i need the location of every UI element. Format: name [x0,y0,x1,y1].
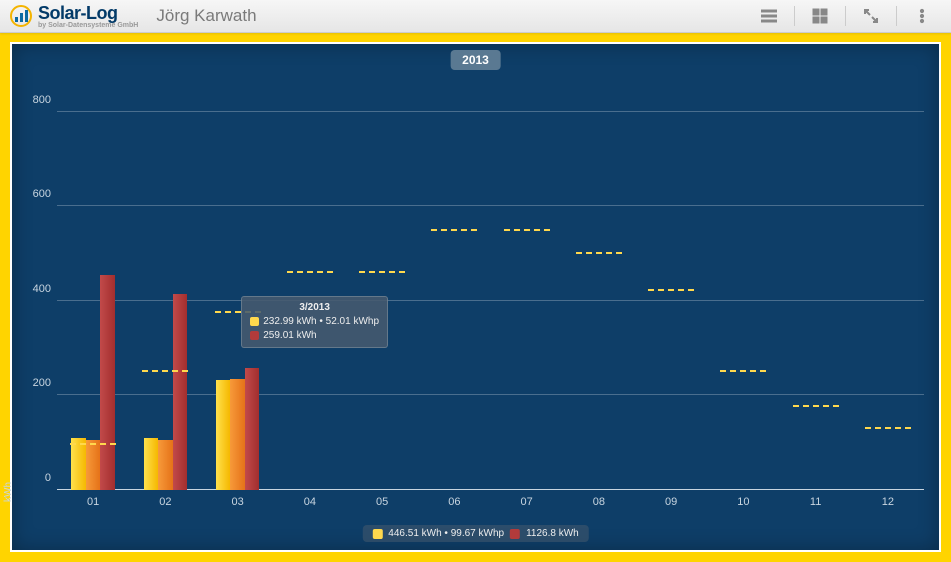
grid-line [57,394,924,395]
target-marker [359,271,405,273]
brand-logo[interactable]: Solar-Log by Solar-Datensysteme GmbH [10,3,138,29]
legend-text-a: 446.51 kWh • 99.67 kWhp [388,528,504,539]
x-axis-line [57,489,924,490]
x-tick-label: 10 [737,496,749,508]
x-tick-label: 07 [521,496,533,508]
bar-kWh-alt[interactable] [230,379,244,490]
grid-view-button[interactable] [805,5,835,27]
y-tick-label: 600 [33,188,51,200]
bar-kWh[interactable] [71,438,85,490]
legend[interactable]: 446.51 kWh • 99.67 kWhp 1126.8 kWh [362,525,588,542]
menu-button[interactable] [754,5,784,27]
grid-line [57,300,924,301]
legend-swatch-yellow [372,529,382,539]
brand-name: Solar-Log [38,3,138,24]
x-tick-label: 03 [232,496,244,508]
toolbar-separator [896,6,897,26]
swatch-red-icon [250,331,259,340]
tooltip: 3/2013232.99 kWh • 52.01 kWhp259.01 kWh [241,296,388,348]
owner-name: Jörg Karwath [156,6,256,26]
legend-swatch-red [510,529,520,539]
bar-kWh-alt[interactable] [86,440,100,490]
target-marker [865,427,911,429]
y-tick-label: 400 [33,283,51,295]
y-tick-label: 0 [45,472,51,484]
chart-plot[interactable]: 2013 kWh 0200400600800010203040506070809… [10,42,941,552]
app-header: Solar-Log by Solar-Datensysteme GmbH Jör… [0,0,951,33]
x-tick-label: 04 [304,496,316,508]
grid-line [57,205,924,206]
x-tick-label: 11 [810,496,821,508]
x-tick-label: 05 [376,496,388,508]
x-tick-label: 06 [448,496,460,508]
bar-kWh-ref[interactable] [100,275,114,490]
more-button[interactable] [907,5,937,27]
chart-frame: 2013 kWh 0200400600800010203040506070809… [0,32,951,562]
y-axis-label: kWh [3,482,14,502]
tooltip-line: 259.01 kWh [250,329,379,343]
target-marker [793,405,839,407]
tooltip-title: 3/2013 [250,301,379,315]
menu-icon [761,8,777,24]
target-marker [70,443,116,445]
chart-title[interactable]: 2013 [450,50,501,70]
axis-area: 02004006008000102030405060708091011123/2… [57,74,924,490]
bar-kWh[interactable] [216,380,230,490]
logo-icon [10,5,32,27]
expand-icon [863,8,879,24]
target-marker [576,252,622,254]
target-marker [287,271,333,273]
target-marker [504,229,550,231]
target-marker [720,370,766,372]
x-tick-label: 08 [593,496,605,508]
x-tick-label: 12 [882,496,894,508]
kebab-icon [914,8,930,24]
fullscreen-button[interactable] [856,5,886,27]
brand-subtitle: by Solar-Datensysteme GmbH [38,22,138,29]
y-tick-label: 800 [33,94,51,106]
tooltip-line: 232.99 kWh • 52.01 kWhp [250,315,379,329]
bar-kWh-ref[interactable] [173,294,187,490]
x-tick-label: 09 [665,496,677,508]
target-marker [648,289,694,291]
x-tick-label: 01 [87,496,99,508]
bar-kWh-ref[interactable] [245,368,259,490]
toolbar-separator [845,6,846,26]
bar-kWh[interactable] [144,438,158,490]
x-tick-label: 02 [159,496,171,508]
toolbar-separator [794,6,795,26]
target-marker [142,370,188,372]
legend-text-b: 1126.8 kWh [526,528,579,539]
grid-icon [812,8,828,24]
grid-line [57,111,924,112]
bar-kWh-alt[interactable] [158,440,172,490]
swatch-yellow-icon [250,317,259,326]
target-marker [431,229,477,231]
y-tick-label: 200 [33,377,51,389]
